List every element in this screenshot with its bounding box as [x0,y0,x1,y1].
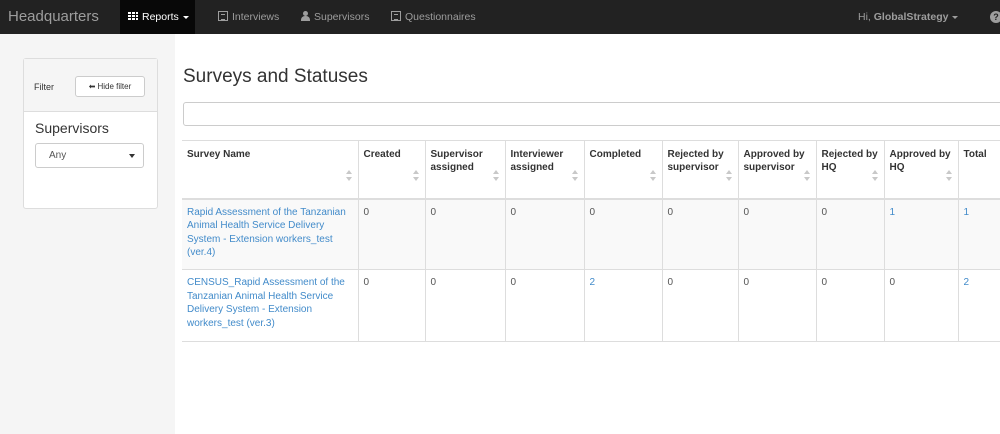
sidebar: Filter ⬅ Hide filter Supervisors Any [0,34,175,434]
column-header-label: Supervisor assigned [430,149,483,173]
survey-name-link[interactable]: CENSUS_Rapid Assessment of the Tanzanian… [187,277,345,329]
surveys-table: Survey Name Created Supervisor assigned … [182,140,1000,342]
column-header-label: Interviewer assigned [510,149,564,173]
table-cell: 1 [957,198,1000,270]
chevron-down-icon [952,15,959,19]
list-icon [218,11,228,22]
user-icon [301,11,310,22]
nav-supervisors[interactable]: Supervisors [301,0,369,34]
brand-link[interactable]: Headquarters [8,0,99,34]
table-cell: 0 [357,269,425,342]
table-cell: 0 [815,269,884,342]
column-header[interactable]: Total [957,140,1000,200]
nav-questionnaires[interactable]: Questionnaires [391,0,476,34]
sort-icon [871,169,879,181]
table-cell: 2 [957,269,1000,342]
count-link[interactable]: 1 [890,207,896,218]
column-header[interactable]: Approved by HQ [883,140,958,200]
table-cell: 0 [424,198,505,270]
filter-panel: Filter ⬅ Hide filter Supervisors Any [23,58,158,209]
table-cell: 0 [815,198,884,270]
sort-icon [803,169,811,181]
user-menu[interactable]: Hi, GlobalStrategy [858,0,959,34]
table-row: CENSUS_Rapid Assessment of the Tanzanian… [182,269,1000,342]
count-link[interactable]: 1 [964,207,970,218]
column-header[interactable]: Supervisor assigned [424,140,505,200]
table-cell: 0 [661,269,738,342]
supervisors-select-value: Any [49,150,67,161]
table-cell: 0 [357,198,425,270]
sort-icon [492,169,500,181]
greeting-text: Hi, [858,11,871,23]
supervisors-filter-title: Supervisors [35,120,109,136]
table-cell: 1 [883,198,958,270]
nav-supervisors-label: Supervisors [314,11,370,23]
sort-icon [345,169,353,181]
question-circle-icon[interactable]: ? [990,11,1000,23]
table-header-row: Survey Name Created Supervisor assigned … [182,140,1000,200]
supervisors-select[interactable]: Any [35,143,144,168]
filter-panel-header: Filter ⬅ Hide filter [24,59,157,112]
count-link[interactable]: 2 [590,277,596,288]
sort-icon [412,169,420,181]
column-header[interactable]: Interviewer assigned [504,140,584,200]
top-navbar: Headquarters Reports Interviews Supervis… [0,0,1000,34]
search-input[interactable] [183,102,1000,126]
nav-questionnaires-label: Questionnaires [405,11,476,23]
column-header[interactable]: Survey Name [182,140,358,200]
table-cell: 0 [661,198,738,270]
arrow-left-icon: ⬅ [88,82,96,91]
count-link[interactable]: 2 [964,277,970,288]
column-header-label: Rejected by supervisor [667,149,724,173]
sort-icon [649,169,657,181]
table-cell: 0 [504,198,584,270]
hide-filter-label: Hide filter [97,82,132,91]
column-header[interactable]: Rejected by supervisor [661,140,738,200]
column-header-label: Rejected by HQ [821,149,878,173]
hide-filter-button[interactable]: ⬅ Hide filter [75,76,145,97]
chevron-down-icon [182,15,189,19]
table-cell: 0 [737,269,816,342]
table-cell: 0 [737,198,816,270]
column-header[interactable]: Approved by supervisor [737,140,816,200]
nav-interviews[interactable]: Interviews [218,0,279,34]
username: GlobalStrategy [873,11,949,23]
table-row: Rapid Assessment of the Tanzanian Animal… [182,198,1000,270]
table-cell: 0 [504,269,584,342]
column-header-label: Total [963,149,987,160]
column-header-label: Completed [589,149,642,160]
nav-reports[interactable]: Reports [120,0,195,34]
filter-label: Filter [34,82,54,92]
grid-icon [128,11,138,21]
survey-name-cell: Rapid Assessment of the Tanzanian Animal… [182,198,358,270]
table-cell: 0 [583,198,662,270]
column-header[interactable]: Completed [583,140,662,200]
column-header[interactable]: Rejected by HQ [815,140,884,200]
column-header-label: Created [363,149,401,160]
survey-name-link[interactable]: Rapid Assessment of the Tanzanian Animal… [187,207,346,259]
column-header-label: Approved by HQ [889,149,951,173]
column-header-label: Approved by supervisor [743,149,805,173]
column-header[interactable]: Created [357,140,425,200]
table-cell: 0 [424,269,505,342]
page-title: Surveys and Statuses [183,66,368,87]
sort-icon [945,169,953,181]
table-cell: 2 [583,269,662,342]
sort-icon [571,169,579,181]
nav-reports-label: Reports [142,11,179,23]
chevron-down-icon [129,154,135,158]
sort-icon [725,169,733,181]
column-header-label: Survey Name [187,149,251,160]
nav-interviews-label: Interviews [232,11,280,23]
survey-name-cell: CENSUS_Rapid Assessment of the Tanzanian… [182,269,358,342]
list-icon [391,11,401,22]
table-cell: 0 [883,269,958,342]
